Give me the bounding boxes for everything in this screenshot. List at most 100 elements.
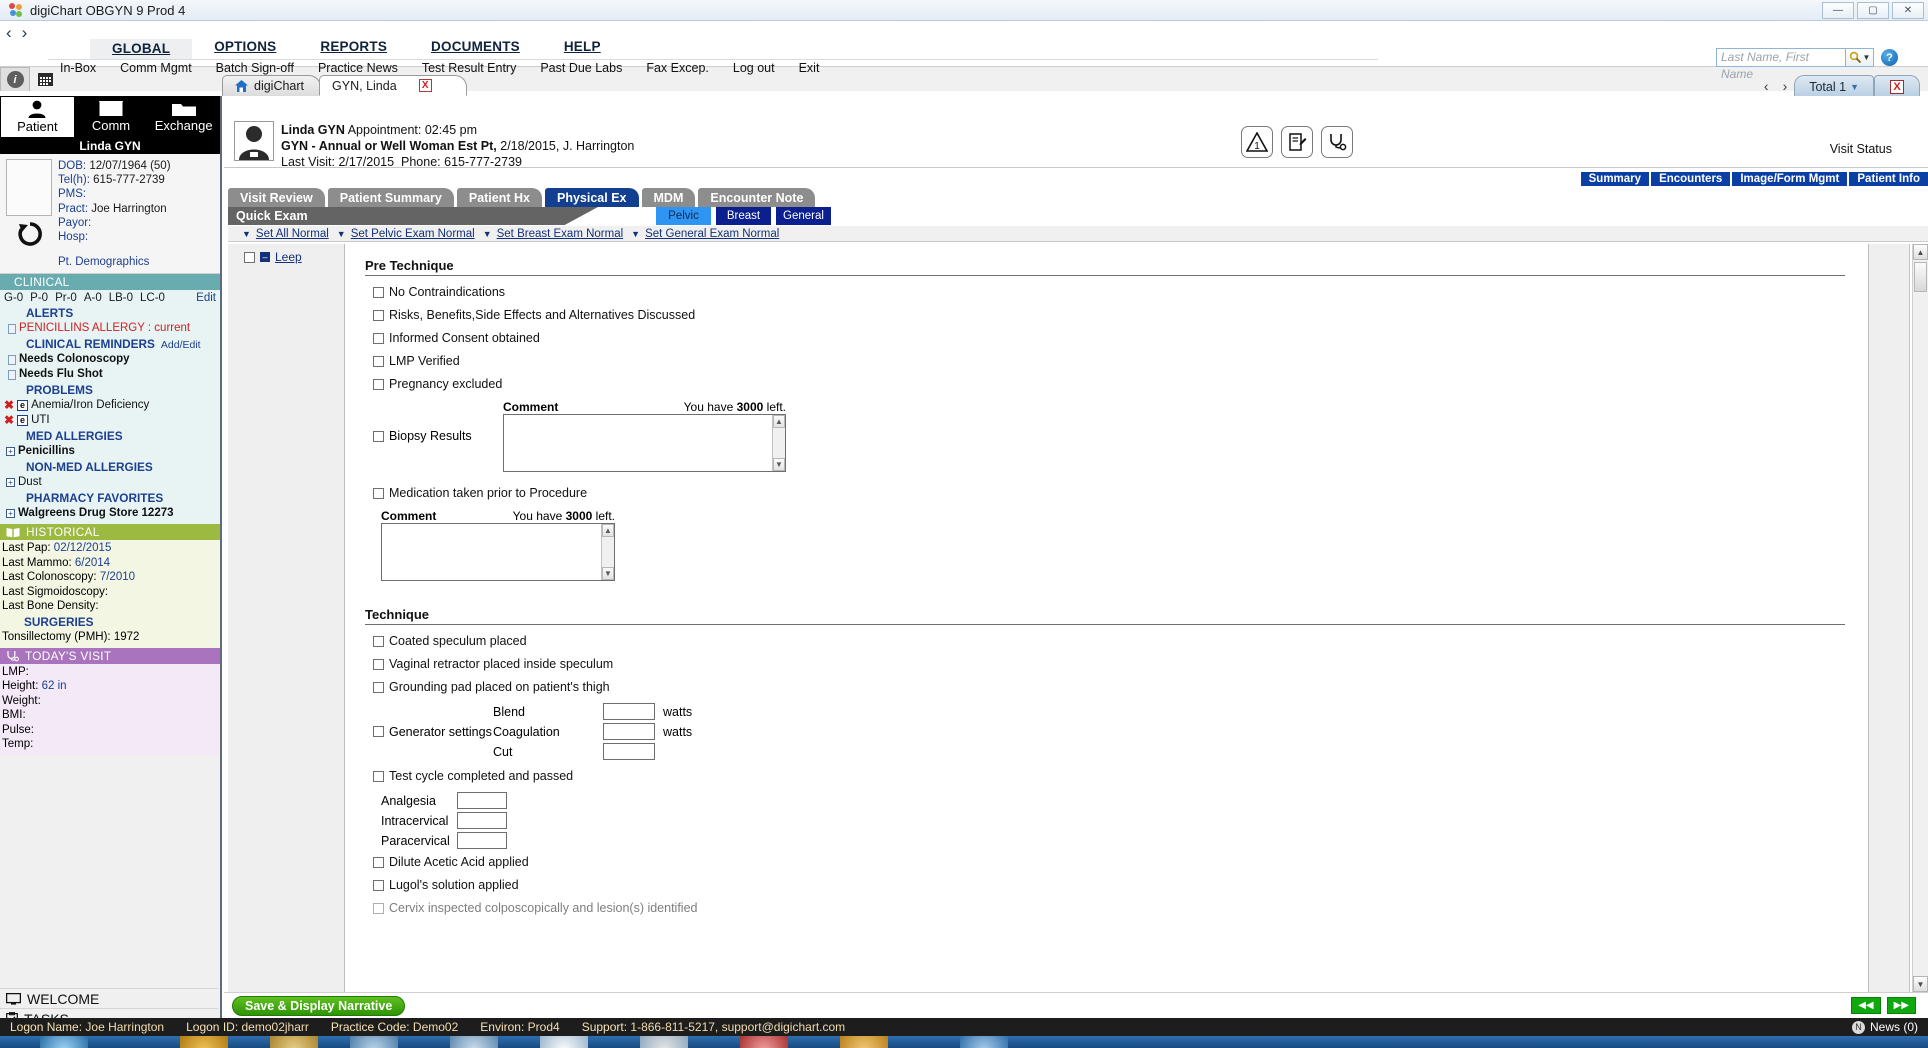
refresh-icon[interactable] <box>15 220 45 248</box>
generator-coagulation-input[interactable] <box>603 723 655 740</box>
alert-triangle-button[interactable]: 1 <box>1241 126 1273 158</box>
checkbox-row-coated-speculum[interactable]: Coated speculum placed <box>373 634 1868 648</box>
checkbox-test-cycle[interactable] <box>373 770 384 782</box>
help-icon[interactable]: ? <box>1881 49 1898 66</box>
checkbox-row-lugols[interactable]: Lugol's solution applied <box>373 878 1868 892</box>
taskbar-item-10[interactable] <box>960 1036 1008 1048</box>
generator-settings-label-group[interactable]: Generator settings <box>373 725 493 739</box>
input-analgesia[interactable] <box>457 792 507 809</box>
pharmacy-item[interactable]: + Walgreens Drug Store 12273 <box>0 506 220 521</box>
tree-item-leep[interactable]: – Leep <box>244 250 302 264</box>
generator-cut-input[interactable] <box>603 743 655 760</box>
checkbox-medication-prior[interactable] <box>373 487 384 499</box>
problem-item[interactable]: ✖ e UTI <box>0 413 220 428</box>
taskbar-item-4[interactable] <box>350 1036 398 1048</box>
checkbox-acetic-acid[interactable] <box>373 856 384 868</box>
reminder-item[interactable]: Needs Colonoscopy <box>0 352 220 367</box>
exam-tab-breast[interactable]: Breast <box>716 207 771 225</box>
checkbox-row-cervix-inspected[interactable]: Cervix inspected colposcopically and les… <box>373 901 1868 915</box>
info-tool-button[interactable]: i <box>0 67 30 91</box>
checkbox-no-contraindications[interactable] <box>373 286 384 298</box>
exam-tab-general[interactable]: General <box>776 207 831 225</box>
link-set-general-exam-normal[interactable]: Set General Exam Normal <box>645 228 779 240</box>
minimize-button[interactable]: — <box>1822 2 1854 19</box>
search-input[interactable]: Last Name, First Name <box>1716 48 1846 81</box>
taskbar-item-9[interactable] <box>840 1036 888 1048</box>
gravidity-edit-link[interactable]: Edit <box>196 292 216 304</box>
sidebar-button-comm[interactable]: Comm <box>75 96 148 138</box>
tab-encounter-note[interactable]: Encounter Note <box>698 188 816 207</box>
tab-prev-arrow-icon[interactable]: ‹ <box>1757 78 1776 94</box>
checkbox-coated-speculum[interactable] <box>373 635 384 647</box>
set-general-normal-caret-icon[interactable]: ▼ <box>625 229 643 239</box>
submenu-item-comm-mgmt[interactable]: Comm Mgmt <box>108 61 204 75</box>
medication-textarea-scrollbar[interactable]: ▲ ▼ <box>601 524 614 580</box>
save-display-narrative-button[interactable]: Save & Display Narrative <box>232 995 406 1016</box>
generator-blend-input[interactable] <box>603 703 655 720</box>
pt-demographics-link[interactable]: Pt. Demographics <box>58 256 149 268</box>
encounter-e-icon[interactable]: e <box>17 400 29 412</box>
sidebar-button-exchange[interactable]: Exchange <box>147 96 220 138</box>
link-set-pelvic-exam-normal[interactable]: Set Pelvic Exam Normal <box>351 228 475 240</box>
biopsy-comment-textarea[interactable]: ▲ ▼ <box>503 414 786 472</box>
search-dropdown-caret-icon[interactable]: ▼ <box>1863 53 1871 62</box>
tab-physical-ex[interactable]: Physical Ex <box>545 188 639 207</box>
medication-comment-textarea[interactable]: ▲ ▼ <box>381 523 615 581</box>
input-paracervical[interactable] <box>457 832 507 849</box>
sidebar-item-welcome[interactable]: WELCOME <box>0 988 218 1008</box>
bluebar-patient-info[interactable]: Patient Info <box>1849 172 1928 186</box>
form-scrollbar[interactable]: ▲ ▼ <box>1912 244 1928 992</box>
tab-patient-gyn-linda[interactable]: GYN, Linda X <box>319 75 467 96</box>
checkbox-row-no-contraindications[interactable]: No Contraindications <box>373 285 1868 299</box>
submenu-item-past-due-labs[interactable]: Past Due Labs <box>528 61 634 75</box>
checkbox-informed-consent[interactable] <box>373 332 384 344</box>
submenu-item-exit[interactable]: Exit <box>787 61 832 75</box>
total-tabs-indicator[interactable]: Total 1 ▼ <box>1794 75 1874 97</box>
input-intracervical[interactable] <box>457 812 507 829</box>
bluebar-encounters[interactable]: Encounters <box>1651 172 1731 186</box>
reminders-add-edit-link[interactable]: Add/Edit <box>161 339 201 351</box>
reminder-item[interactable]: Needs Flu Shot <box>0 367 220 382</box>
biopsy-textarea-scrollbar[interactable]: ▲ ▼ <box>772 415 785 471</box>
delete-x-icon[interactable]: ✖ <box>4 398 14 413</box>
checkbox-risks-benefits[interactable] <box>373 309 384 321</box>
scroll-down-icon[interactable]: ▼ <box>773 458 785 471</box>
close-all-tabs-button[interactable]: X <box>1874 75 1920 97</box>
sidebar-button-patient[interactable]: Patient <box>0 96 75 138</box>
checkbox-vaginal-retractor[interactable] <box>373 658 384 670</box>
leep-checkbox[interactable] <box>244 251 255 263</box>
tab-digichart[interactable]: digiChart <box>222 75 322 96</box>
checkbox-row-vaginal-retractor[interactable]: Vaginal retractor placed inside speculum <box>373 657 1868 671</box>
tab-mdm[interactable]: MDM <box>641 188 696 207</box>
biopsy-results-label-group[interactable]: Biopsy Results <box>373 429 503 443</box>
checkbox-pregnancy-excluded[interactable] <box>373 378 384 390</box>
encounter-e-icon[interactable]: e <box>17 415 29 427</box>
taskbar-item-7[interactable] <box>640 1036 688 1048</box>
menu-item-documents[interactable]: DOCUMENTS <box>409 39 542 59</box>
checkbox-row-lmp-verified[interactable]: LMP Verified <box>373 354 1868 368</box>
checkbox-row-acetic-acid[interactable]: Dilute Acetic Acid applied <box>373 855 1868 869</box>
expand-plus-icon[interactable]: + <box>6 509 15 519</box>
news-indicator[interactable]: N News (0) <box>1851 1018 1918 1036</box>
bluebar-image-form-mgmt[interactable]: Image/Form Mgmt <box>1732 172 1848 186</box>
taskbar-item-2[interactable] <box>180 1036 228 1048</box>
submenu-item-inbox[interactable]: In-Box <box>48 61 108 75</box>
expand-plus-icon[interactable]: + <box>6 478 15 488</box>
submenu-item-test-result-entry[interactable]: Test Result Entry <box>410 61 528 75</box>
form-scroll-thumb[interactable] <box>1914 262 1927 292</box>
nav-next-button[interactable]: ▶▶ <box>1886 997 1916 1014</box>
tab-patient-hx[interactable]: Patient Hx <box>456 188 542 207</box>
tab-visit-review[interactable]: Visit Review <box>228 188 325 207</box>
nav-prev-button[interactable]: ◀◀ <box>1851 997 1881 1014</box>
checkbox-row-informed-consent[interactable]: Informed Consent obtained <box>373 331 1868 345</box>
set-all-normal-caret-icon[interactable]: ▼ <box>236 229 254 239</box>
link-set-all-normal[interactable]: Set All Normal <box>256 228 329 240</box>
taskbar-item-1[interactable] <box>40 1036 88 1048</box>
expand-plus-icon[interactable]: + <box>6 447 15 457</box>
checkbox-lmp-verified[interactable] <box>373 355 384 367</box>
collapse-minus-icon[interactable]: – <box>260 252 270 262</box>
alert-item[interactable]: PENICILLINS ALLERGY : current <box>0 321 220 336</box>
med-allergy-item[interactable]: + Penicillins <box>0 444 220 459</box>
menu-item-options[interactable]: OPTIONS <box>192 39 298 59</box>
delete-x-icon[interactable]: ✖ <box>4 413 14 428</box>
